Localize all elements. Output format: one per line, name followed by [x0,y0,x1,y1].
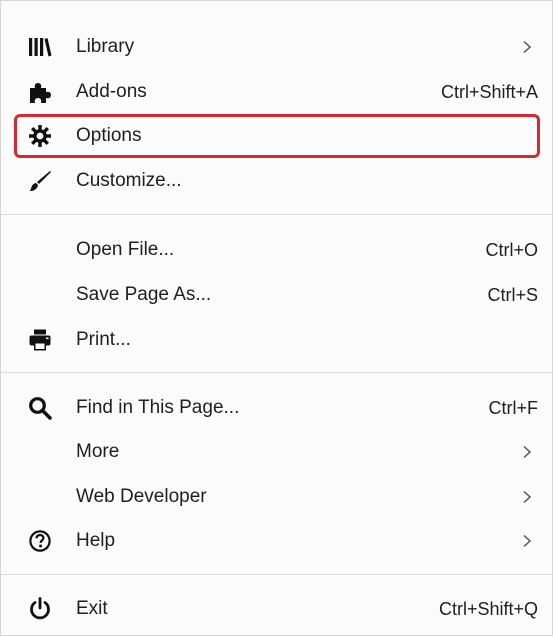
shortcut-text: Ctrl+F [488,398,539,418]
chevron-right-icon [523,490,532,504]
shortcut-text: Ctrl+Shift+A [440,82,538,102]
chevron-right-icon [523,445,532,459]
shortcut-text: Ctrl+Shift+Q [438,599,538,619]
menu-separator [1,574,552,575]
menu-item-exit[interactable]: Exit Ctrl+Shift+Q [1,587,552,631]
puzzle-piece-icon [27,80,53,104]
menu-item-find-in-page[interactable]: Find in This Page... Ctrl+F [1,386,552,430]
help-circle-icon [27,529,53,553]
menu-item-label: Find in This Page... [76,397,240,418]
menu-item-customize[interactable]: Customize... [1,159,552,203]
menu-separator [1,214,552,215]
chevron-right-icon [523,40,532,54]
app-menu-panel: Library Add-ons Ctrl+Shift+A Options Cus… [0,0,553,636]
menu-item-label: Customize... [76,170,182,191]
menu-item-save-page-as[interactable]: Save Page As... Ctrl+S [1,273,552,317]
paintbrush-icon [27,169,53,193]
menu-item-open-file[interactable]: Open File... Ctrl+O [1,228,552,272]
menu-item-library[interactable]: Library [1,25,552,69]
power-icon [27,597,53,621]
menu-item-help[interactable]: Help [1,519,552,563]
library-icon [27,35,53,59]
menu-item-options[interactable]: Options [1,114,552,158]
gear-icon [27,124,53,148]
menu-item-label: More [76,441,120,462]
menu-item-addons[interactable]: Add-ons Ctrl+Shift+A [1,70,552,114]
shortcut-text: Ctrl+O [485,240,538,260]
menu-separator [1,372,552,373]
menu-item-label: Print... [76,329,131,350]
menu-item-more[interactable]: More [1,430,552,474]
menu-item-label: Help [76,530,116,551]
menu-item-label: Open File... [76,239,175,260]
menu-item-label: Options [76,125,142,146]
shortcut-text: Ctrl+S [487,285,538,305]
menu-item-label: Save Page As... [76,284,212,305]
chevron-right-icon [523,534,532,548]
menu-item-label: Library [76,36,135,57]
menu-item-label: Web Developer [76,486,207,507]
menu-item-print[interactable]: Print... [1,318,552,362]
printer-icon [27,328,53,352]
search-icon [27,396,53,420]
menu-item-label: Add-ons [76,81,147,102]
menu-item-web-developer[interactable]: Web Developer [1,475,552,519]
menu-item-label: Exit [76,598,108,619]
